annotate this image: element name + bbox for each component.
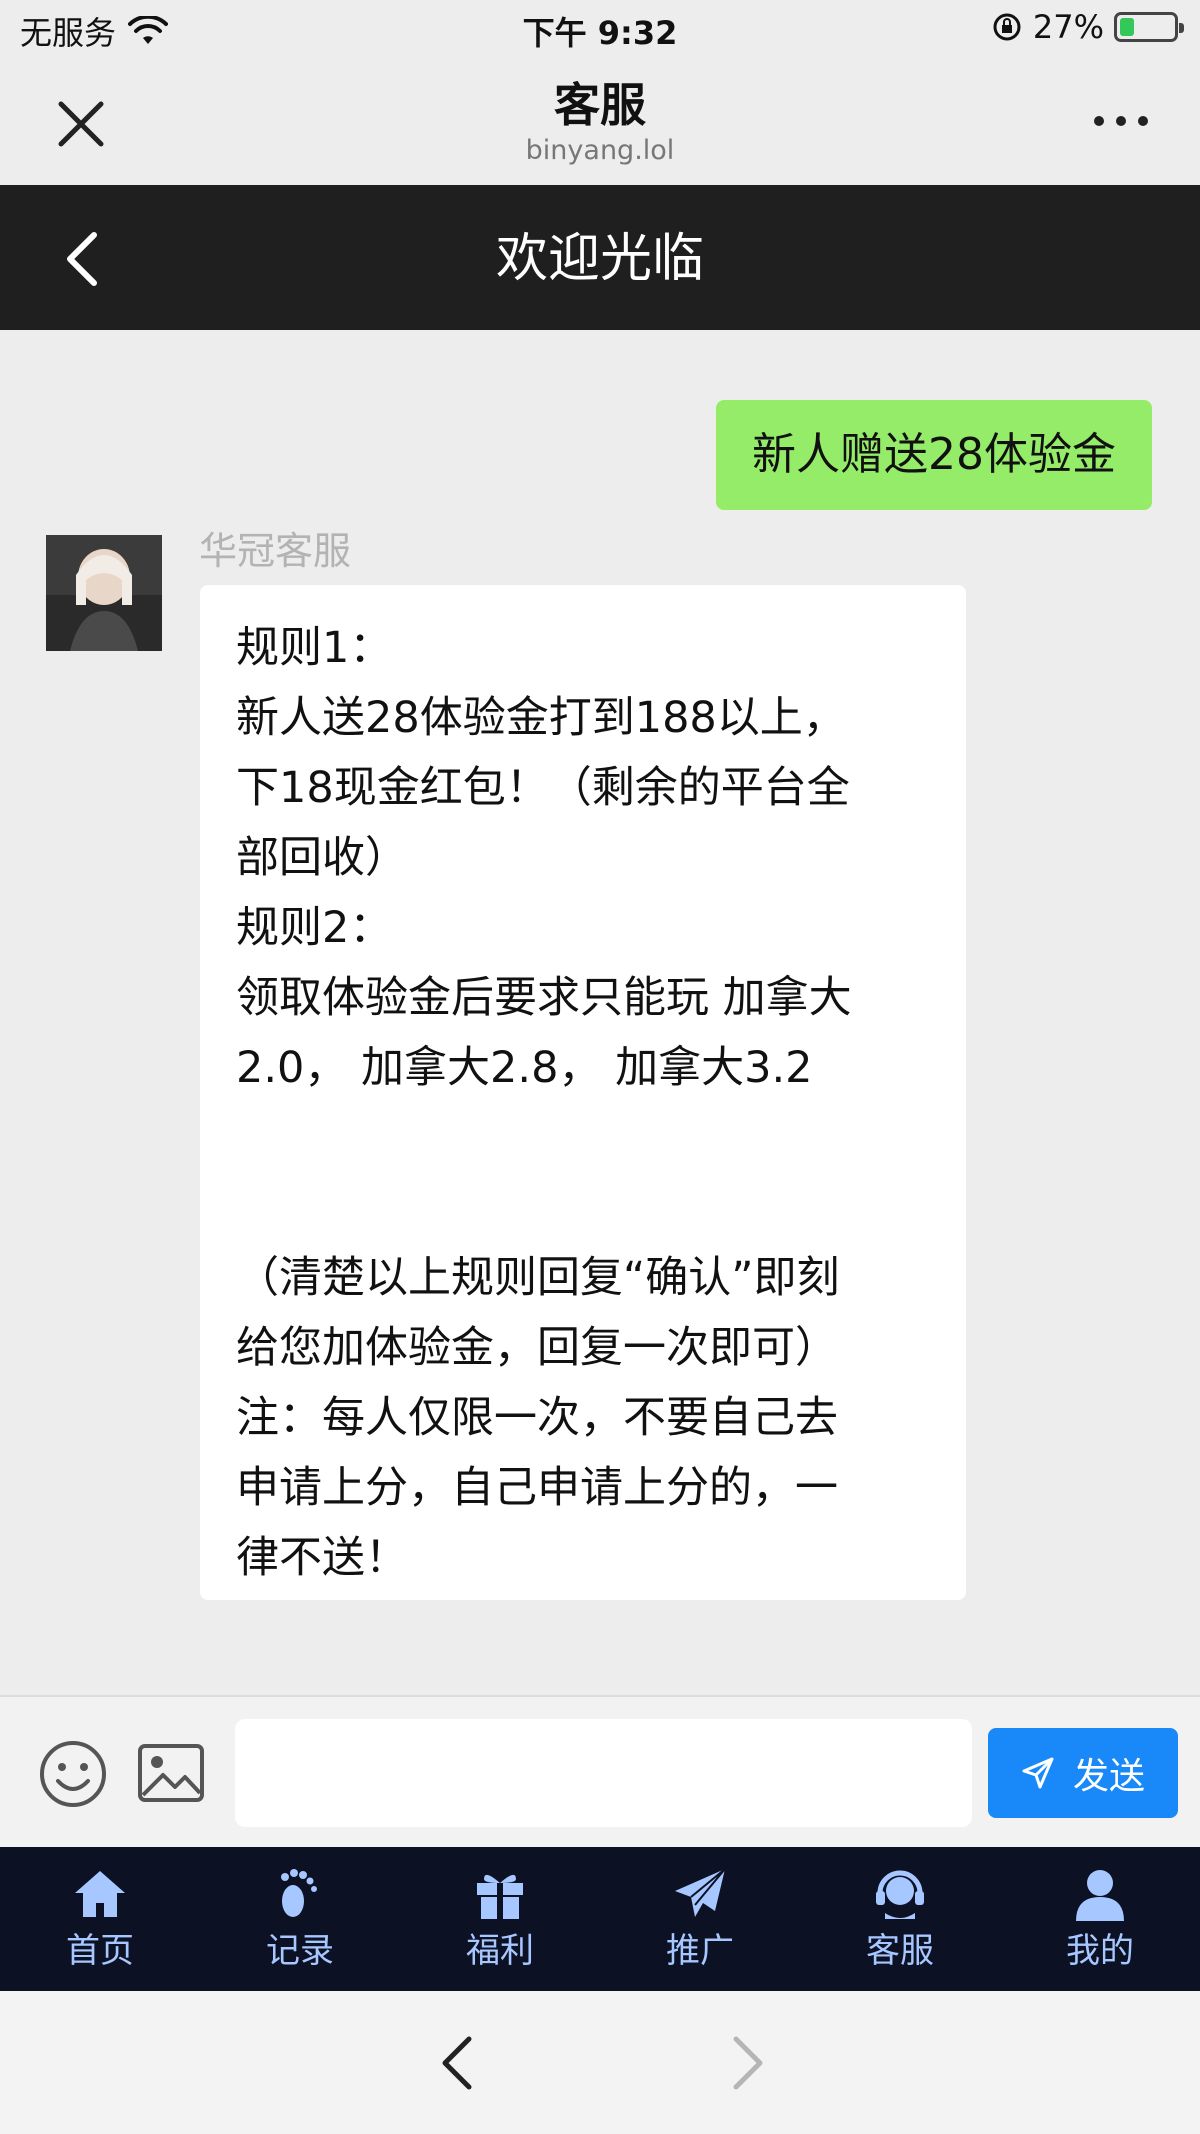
tab-records[interactable]: 记录 [200, 1847, 400, 1991]
send-button-label: 发送 [1072, 1756, 1145, 1797]
tab-welfare[interactable]: 福利 [400, 1847, 600, 1991]
chat-area[interactable]: 新人赠送28体验金 华冠客服 规则1： 新人送28体验金打到188以上， 下18… [0, 330, 1200, 1695]
message-line: 律不送！ [236, 1533, 408, 1583]
nav-title-group: 客服 binyang.lol [0, 76, 1200, 168]
tab-support[interactable]: 客服 [800, 1847, 1000, 1991]
message-line: 新人送28体验金打到188以上， [236, 693, 846, 743]
message-input[interactable] [235, 1719, 972, 1827]
tab-label: 首页 [66, 1931, 134, 1971]
tab-bar: 首页 记录 福利 推广 客服 我的 [0, 1847, 1200, 1991]
user-icon [1076, 1870, 1124, 1921]
message-line: （清楚以上规则回复“确认”即刻 [236, 1253, 840, 1303]
message-line: 申请上分，自己申请上分的，一 [236, 1463, 838, 1513]
message-line: 2.0， 加拿大2.8， 加拿大3.2 [236, 1043, 813, 1093]
emoji-icon[interactable] [38, 1739, 108, 1809]
battery-fill [1120, 18, 1135, 36]
message-line: 注：每人仅限一次，不要自己去 [236, 1393, 838, 1443]
sender-name: 华冠客服 [199, 529, 352, 573]
input-bar: 发送 [0, 1695, 1200, 1847]
nav-title: 客服 [554, 78, 646, 132]
battery-charging-icon [1114, 12, 1184, 42]
tab-home[interactable]: 首页 [0, 1847, 200, 1991]
orientation-lock-icon [993, 13, 1021, 41]
image-icon[interactable] [137, 1743, 205, 1803]
page-header: 欢迎光临 [0, 185, 1200, 330]
more-dot [1094, 116, 1104, 126]
message-line: 部回收） [236, 833, 408, 883]
headset-icon [876, 1870, 924, 1919]
avatar[interactable] [46, 535, 162, 651]
status-right: 27% [991, 8, 1184, 46]
send-button[interactable]: 发送 [988, 1728, 1178, 1818]
tab-promote[interactable]: 推广 [600, 1847, 800, 1991]
more-icon[interactable] [1094, 116, 1148, 126]
avatar-image [46, 535, 162, 651]
nav-bar: 客服 binyang.lol [0, 60, 1200, 185]
status-bar: 无服务 下午 9:32 27% [0, 0, 1200, 60]
browser-forward-icon[interactable] [726, 2031, 770, 2095]
tab-label: 推广 [666, 1931, 734, 1971]
tab-label: 客服 [866, 1931, 934, 1971]
message-line: 下18现金红包！（剩余的平台全 [236, 763, 850, 813]
outgoing-message-bubble: 新人赠送28体验金 [716, 400, 1152, 510]
incoming-message-bubble: 规则1： 新人送28体验金打到188以上， 下18现金红包！（剩余的平台全 部回… [200, 585, 966, 1600]
nav-subtitle: binyang.lol [525, 135, 675, 166]
more-dot [1138, 116, 1148, 126]
tab-mine[interactable]: 我的 [1000, 1847, 1200, 1991]
browser-back-icon[interactable] [435, 2031, 479, 2095]
tab-label: 记录 [266, 1931, 334, 1971]
battery-percent: 27% [1032, 8, 1104, 46]
send-icon [1022, 1757, 1054, 1789]
home-icon [75, 1871, 125, 1917]
browser-toolbar [0, 1991, 1200, 2134]
more-dot [1116, 116, 1126, 126]
footprint-icon [281, 1869, 317, 1917]
tab-label: 福利 [466, 1931, 534, 1971]
message-line: 规则1： [236, 623, 393, 673]
message-line [236, 1103, 930, 1173]
page-title: 欢迎光临 [495, 229, 704, 289]
paper-plane-icon [675, 1868, 726, 1917]
gift-icon [477, 1874, 523, 1919]
tab-label: 我的 [1066, 1931, 1134, 1971]
message-line: 给您加体验金，回复一次即可） [236, 1323, 838, 1373]
message-line: 规则2： [236, 903, 393, 953]
message-line [236, 1173, 930, 1243]
message-line: 领取体验金后要求只能玩 加拿大 [236, 973, 852, 1023]
